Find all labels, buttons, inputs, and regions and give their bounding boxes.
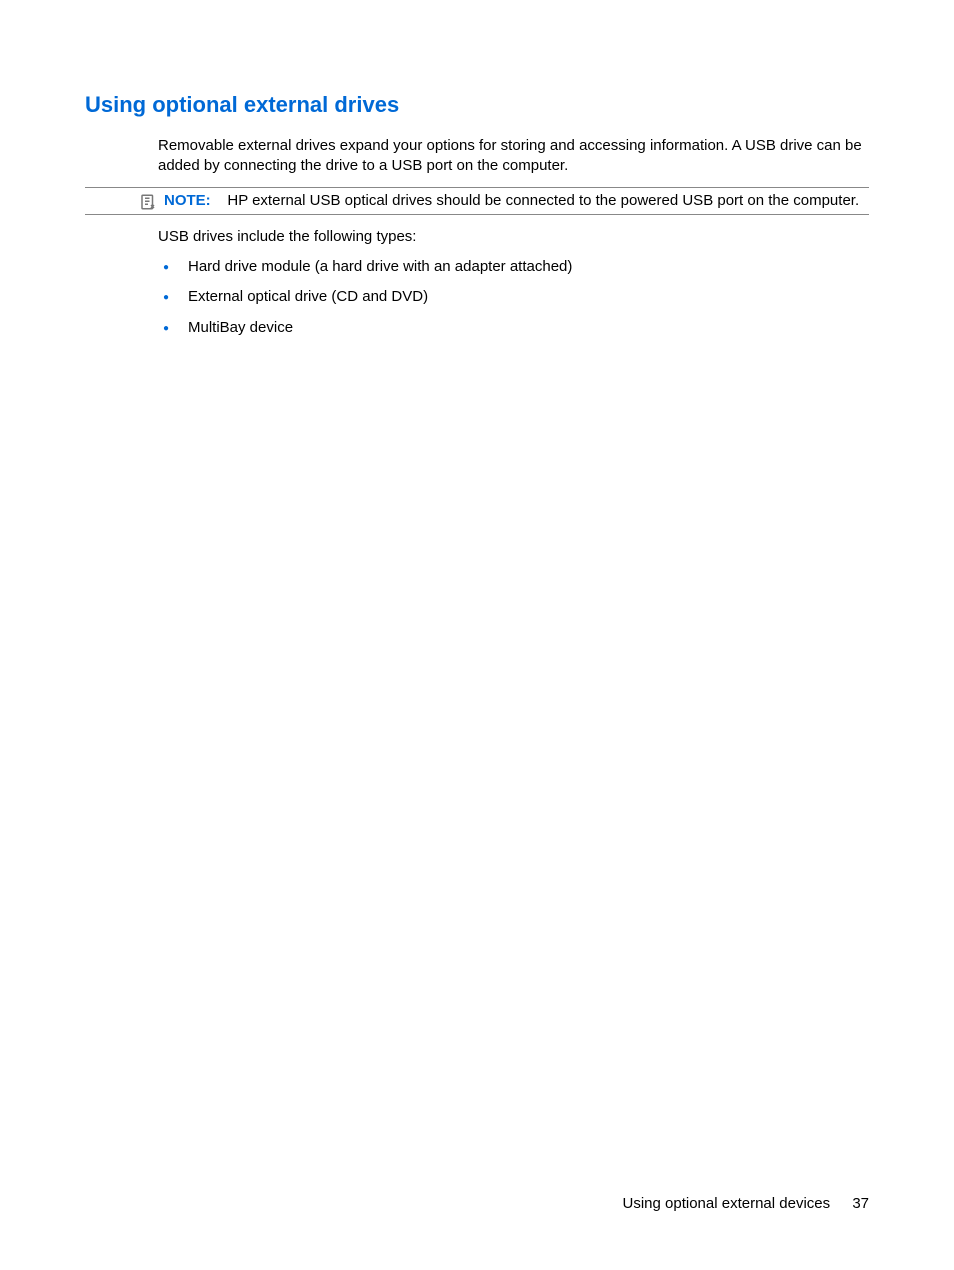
document-page: Using optional external drives Removable… (0, 0, 954, 338)
list-item: Hard drive module (a hard drive with an … (158, 257, 869, 277)
note-spacer (215, 192, 223, 209)
section-heading: Using optional external drives (85, 92, 869, 118)
list-item: MultiBay device (158, 318, 869, 338)
note-label: NOTE: (164, 192, 211, 209)
intro-paragraph: Removable external drives expand your op… (158, 136, 869, 177)
footer-section-title: Using optional external devices (623, 1195, 831, 1212)
note-callout: NOTE: HP external USB optical drives sho… (85, 187, 869, 215)
list-item: External optical drive (CD and DVD) (158, 287, 869, 307)
note-content: NOTE: HP external USB optical drives sho… (164, 191, 869, 211)
note-text: HP external USB optical drives should be… (227, 192, 859, 209)
bullet-list: Hard drive module (a hard drive with an … (158, 257, 869, 338)
footer-page-number: 37 (852, 1195, 869, 1212)
lead-in-text: USB drives include the following types: (158, 227, 869, 247)
page-footer: Using optional external devices 37 (623, 1195, 869, 1212)
note-icon (139, 193, 157, 211)
